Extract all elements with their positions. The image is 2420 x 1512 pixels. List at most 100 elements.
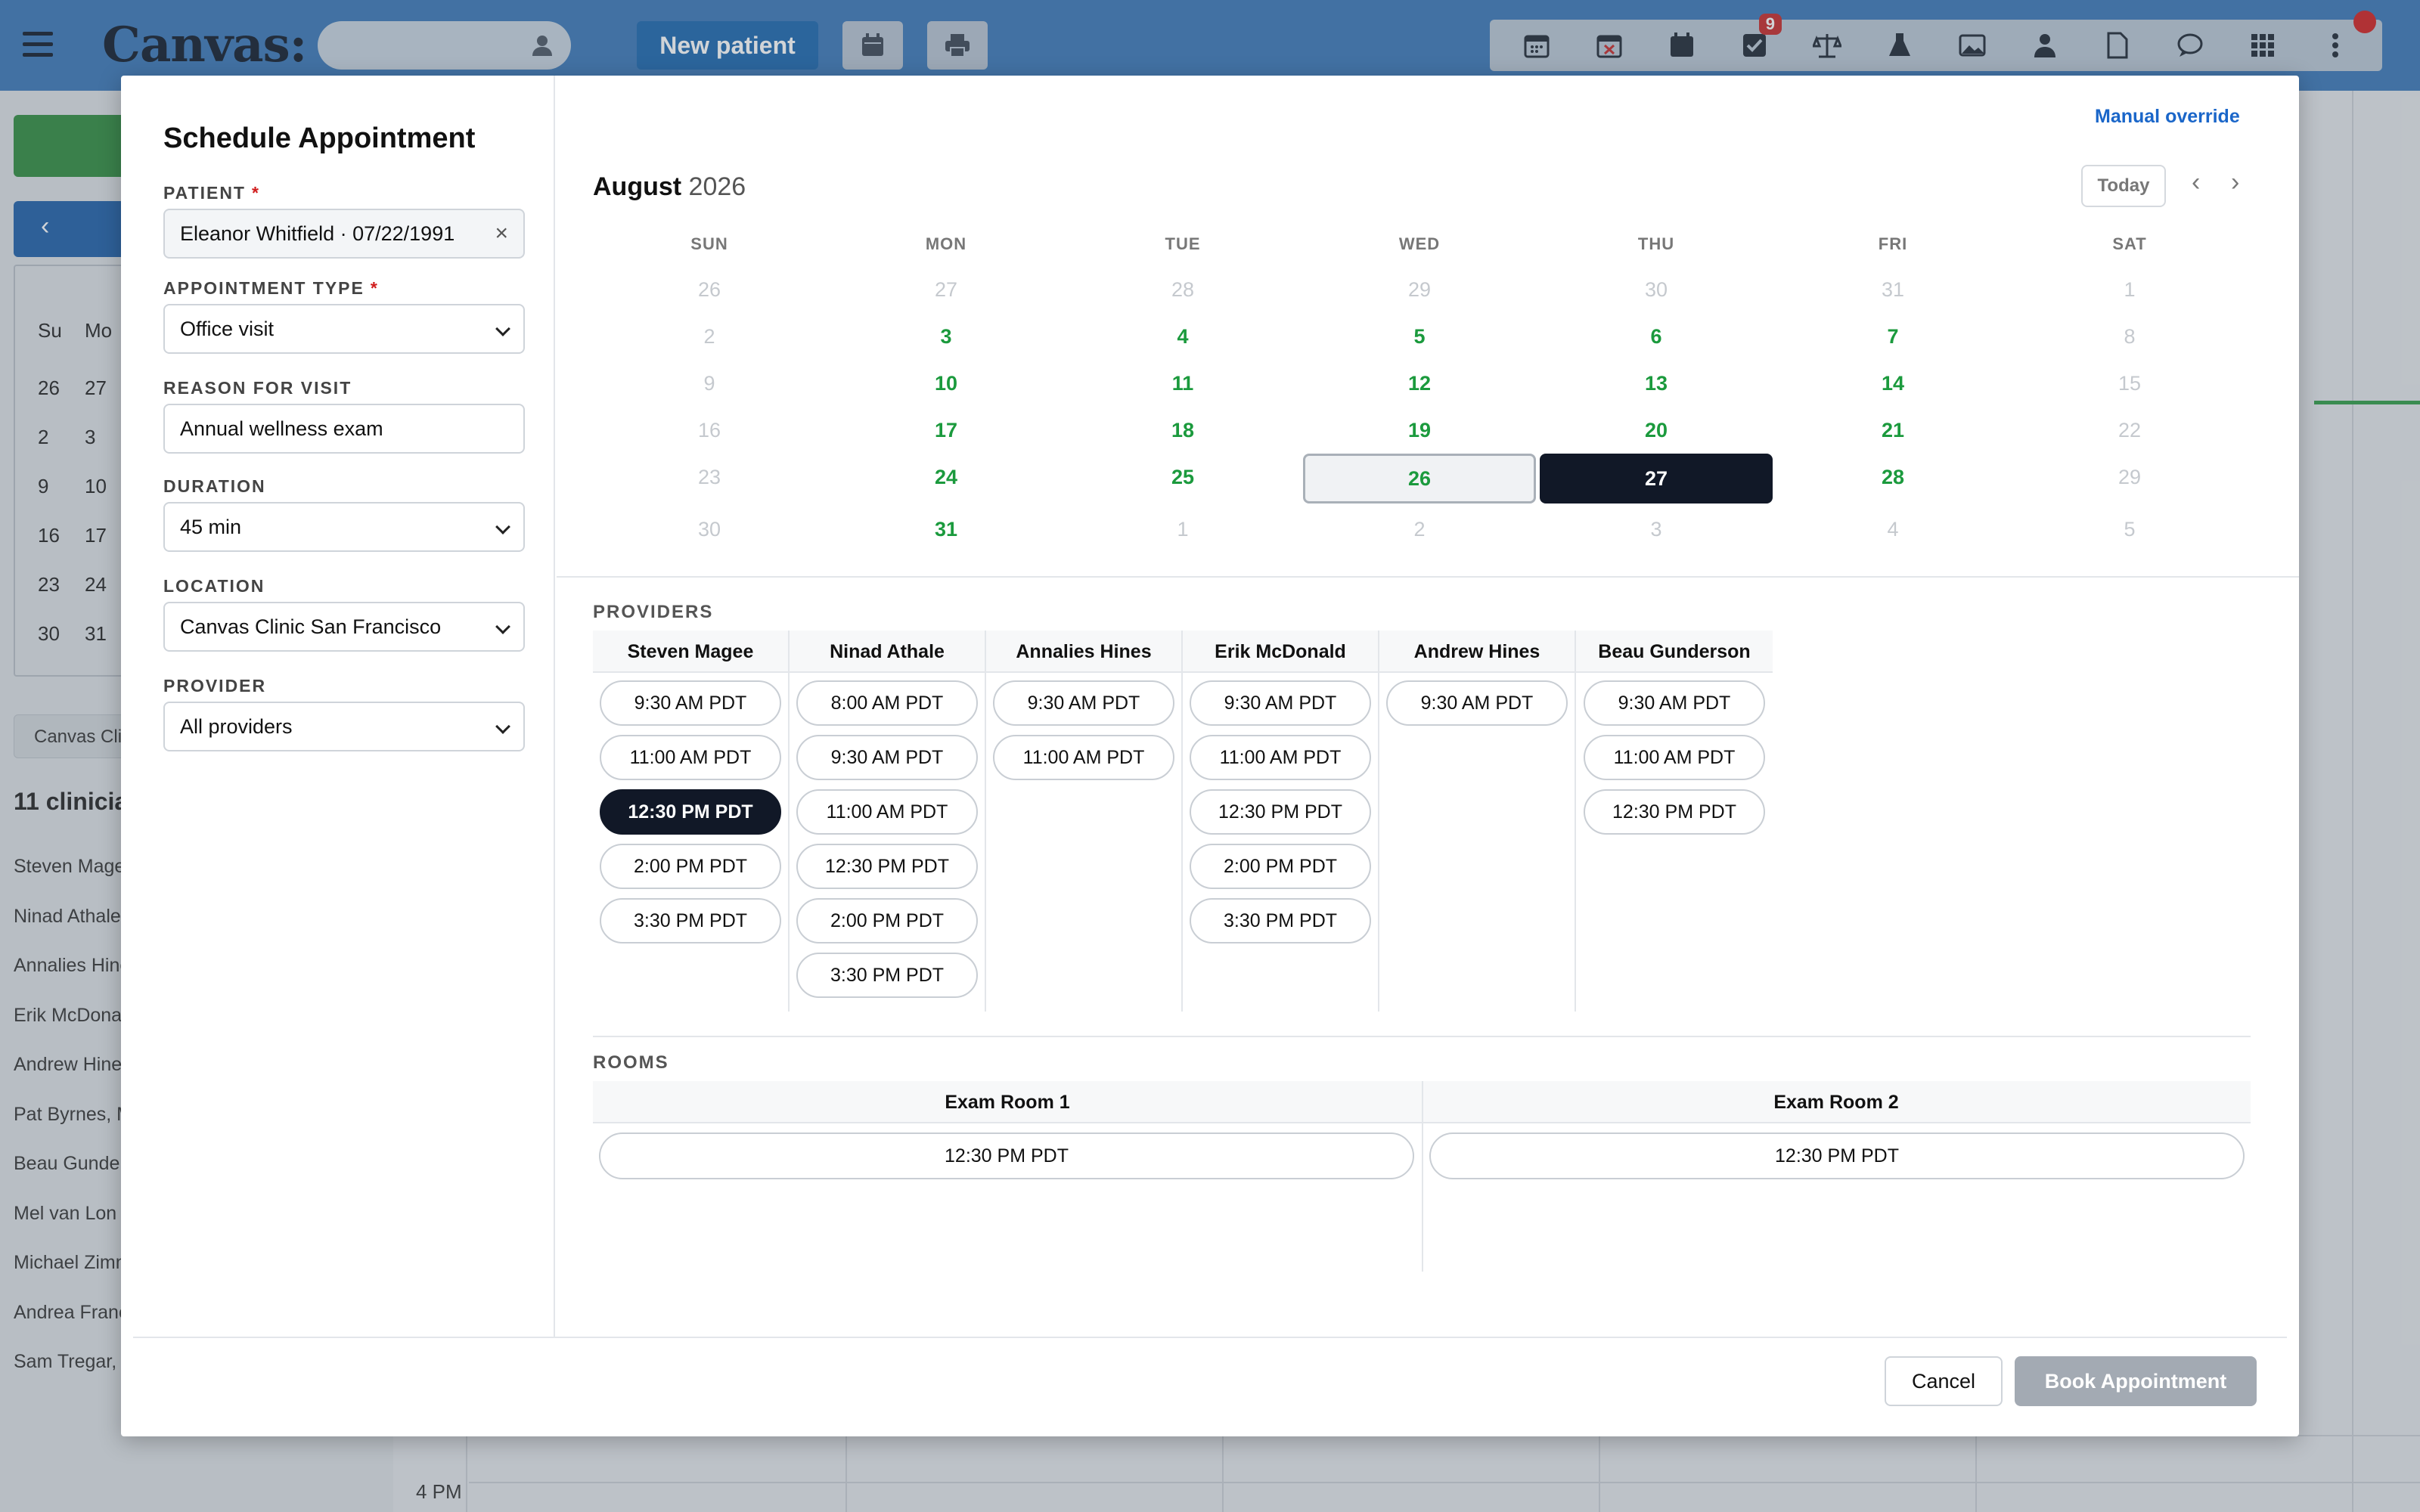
calendar-day[interactable]: 6 [1540, 313, 1773, 360]
calendar-day[interactable]: 19 [1303, 407, 1536, 454]
time-slot[interactable]: 3:30 PM PDT [600, 898, 781, 943]
calendar-day: 1 [1177, 517, 1189, 541]
time-slot[interactable]: 3:30 PM PDT [796, 953, 978, 998]
today-button[interactable]: Today [2081, 165, 2166, 207]
provider-name: Beau Gunderson [1576, 631, 1773, 673]
next-month-button[interactable]: › [2231, 168, 2239, 197]
time-slot[interactable]: 9:30 AM PDT [1386, 680, 1568, 726]
time-slot[interactable]: 9:30 AM PDT [1584, 680, 1765, 726]
time-slot[interactable]: 9:30 AM PDT [1190, 680, 1371, 726]
time-slot[interactable]: 9:30 AM PDT [993, 680, 1174, 726]
appointment-type-value: Office visit [180, 317, 275, 340]
location-select[interactable]: Canvas Clinic San Francisco [163, 602, 525, 652]
time-slot[interactable]: 11:00 AM PDT [1190, 735, 1371, 780]
provider-value: All providers [180, 714, 293, 738]
provider-select[interactable]: All providers [163, 702, 525, 751]
calendar-day: 4 [1887, 517, 1899, 541]
calendar-day: 5 [2124, 517, 2136, 541]
calendar-day[interactable]: 12 [1303, 360, 1536, 407]
calendar-day: 22 [2118, 418, 2142, 442]
schedule-appointment-modal: Schedule Appointment PATIENT * Eleanor Wh… [121, 76, 2299, 1436]
weekday-header: FRI [1878, 234, 1908, 253]
calendar-day[interactable]: 5 [1303, 313, 1536, 360]
weekday-header: WED [1398, 234, 1441, 253]
room-time-slot[interactable]: 12:30 PM PDT [1429, 1132, 2245, 1179]
room-name: Exam Room 1 [945, 1092, 1070, 1113]
prev-month-button[interactable]: ‹ [2192, 168, 2200, 197]
patient-field[interactable]: Eleanor Whitfield · 07/22/1991 × [163, 209, 525, 259]
calendar-day[interactable]: 4 [1066, 313, 1299, 360]
calendar-day[interactable]: 13 [1540, 360, 1773, 407]
calendar-day: 9 [703, 371, 715, 395]
weekday-header: SUN [690, 234, 728, 253]
time-slot[interactable]: 11:00 AM PDT [1584, 735, 1765, 780]
calendar-day: 2 [1413, 517, 1426, 541]
duration-select[interactable]: 45 min [163, 502, 525, 552]
calendar-day[interactable]: 7 [1776, 313, 2009, 360]
calendar-day[interactable]: 14 [1776, 360, 2009, 407]
reason-input[interactable]: Annual wellness exam [163, 404, 525, 454]
chevron-down-icon [495, 321, 510, 336]
modal-title: Schedule Appointment [163, 122, 476, 154]
provider-column: Ninad Athale 8:00 AM PDT 9:30 AM PDT 11:00 … [790, 631, 986, 1012]
divider [593, 1036, 2251, 1037]
time-slot[interactable]: 2:00 PM PDT [796, 898, 978, 943]
time-slot[interactable]: 11:00 AM PDT [796, 789, 978, 835]
provider-column: Erik McDonald 9:30 AM PDT 11:00 AM PDT 12:3… [1183, 631, 1379, 1012]
cancel-button[interactable]: Cancel [1885, 1356, 2003, 1406]
calendar-day: 30 [1644, 277, 1668, 301]
provider-label: PROVIDER [163, 676, 267, 696]
chevron-down-icon [495, 519, 510, 534]
calendar-day[interactable]: 31 [830, 506, 1063, 553]
chevron-down-icon [495, 619, 510, 634]
time-slot[interactable]: 11:00 AM PDT [600, 735, 781, 780]
time-slot[interactable]: 12:30 PM PDT [1190, 789, 1371, 835]
time-slot[interactable]: 8:00 AM PDT [796, 680, 978, 726]
reason-label: REASON FOR VISIT [163, 378, 352, 398]
duration-value: 45 min [180, 515, 242, 538]
provider-column: Steven Magee 9:30 AM PDT 11:00 AM PDT 12:30… [593, 631, 790, 1012]
calendar-day[interactable]: 17 [830, 407, 1063, 454]
footer-divider [133, 1337, 2287, 1338]
appointment-form: Schedule Appointment PATIENT * Eleanor Wh… [121, 76, 555, 1337]
calendar-day: 27 [934, 277, 958, 301]
calendar-day[interactable]: 10 [830, 360, 1063, 407]
provider-column: Andrew Hines 9:30 AM PDT [1379, 631, 1576, 1012]
time-slot[interactable]: 2:00 PM PDT [600, 844, 781, 889]
calendar-day[interactable]: 24 [830, 454, 1063, 500]
calendar-day[interactable]: 28 [1776, 454, 2009, 500]
duration-label: DURATION [163, 476, 266, 496]
time-slot-selected[interactable]: 12:30 PM PDT [600, 789, 781, 835]
calendar-day: 1 [2124, 277, 2136, 301]
calendar-day-selected[interactable]: 27 [1540, 454, 1773, 503]
provider-name: Andrew Hines [1379, 631, 1575, 673]
calendar-day[interactable]: 20 [1540, 407, 1773, 454]
calendar-day[interactable]: 11 [1066, 360, 1299, 407]
calendar-day[interactable]: 3 [830, 313, 1063, 360]
calendar-day[interactable]: 25 [1066, 454, 1299, 500]
time-slot[interactable]: 12:30 PM PDT [796, 844, 978, 889]
calendar-day[interactable]: 18 [1066, 407, 1299, 454]
room-name: Exam Room 2 [1773, 1092, 1899, 1113]
time-slot[interactable]: 2:00 PM PDT [1190, 844, 1371, 889]
time-slot[interactable]: 9:30 AM PDT [796, 735, 978, 780]
location-label: LOCATION [163, 576, 265, 596]
provider-name: Steven Magee [593, 631, 788, 673]
manual-override-link[interactable]: Manual override [2095, 106, 2240, 128]
time-slot[interactable]: 3:30 PM PDT [1190, 898, 1371, 943]
room-time-slot[interactable]: 12:30 PM PDT [599, 1132, 1414, 1179]
clear-icon[interactable]: × [495, 221, 508, 246]
calendar-day[interactable]: 21 [1776, 407, 2009, 454]
appointment-type-label: APPOINTMENT TYPE * [163, 278, 379, 298]
book-appointment-button[interactable]: Book Appointment [2015, 1356, 2257, 1406]
weekday-header: MON [925, 234, 967, 253]
time-slot[interactable]: 11:00 AM PDT [993, 735, 1174, 780]
calendar-day[interactable]: 26 [1303, 454, 1536, 503]
time-slot[interactable]: 12:30 PM PDT [1584, 789, 1765, 835]
time-slot[interactable]: 9:30 AM PDT [600, 680, 781, 726]
room-divider [1422, 1081, 1423, 1272]
calendar-day: 23 [697, 465, 721, 488]
calendar-day: 31 [1881, 277, 1905, 301]
appointment-type-select[interactable]: Office visit [163, 304, 525, 354]
weekday-header: SAT [2112, 234, 2147, 253]
